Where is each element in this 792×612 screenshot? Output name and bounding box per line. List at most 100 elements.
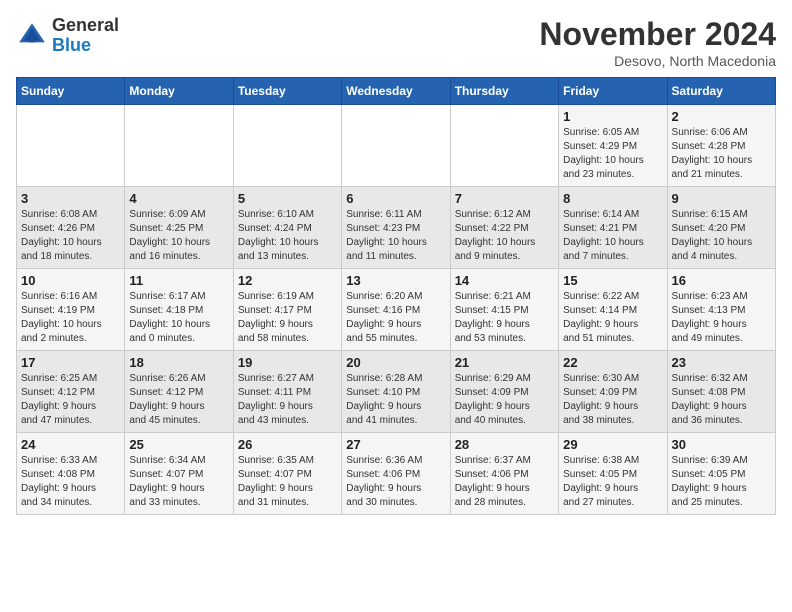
weekday-header-tuesday: Tuesday xyxy=(233,78,341,105)
day-number: 14 xyxy=(455,273,554,288)
day-number: 17 xyxy=(21,355,120,370)
day-number: 10 xyxy=(21,273,120,288)
day-number: 21 xyxy=(455,355,554,370)
calendar-cell xyxy=(125,105,233,187)
calendar-cell: 3Sunrise: 6:08 AM Sunset: 4:26 PM Daylig… xyxy=(17,187,125,269)
calendar-week-row: 10 Sunrise: 6:16 AM Sunset: 4:19 PM Dayli… xyxy=(17,269,776,351)
day-info: Sunrise: 6:15 AM Sunset: 4:20 PM Dayligh… xyxy=(672,208,771,264)
day-number: 16 xyxy=(672,273,771,288)
day-number: 8 xyxy=(563,191,662,206)
calendar-cell: 26 Sunrise: 6:35 AM Sunset: 4:07 PM Dayli… xyxy=(233,433,341,515)
day-info: Sunrise: 6:22 AM Sunset: 4:14 PM Dayligh… xyxy=(563,290,662,346)
calendar-header: SundayMondayTuesdayWednesdayThursdayFrid… xyxy=(17,78,776,105)
day-info: Sunrise: 6:34 AM Sunset: 4:07 PM Dayligh… xyxy=(129,454,228,510)
weekday-header-monday: Monday xyxy=(125,78,233,105)
calendar-cell: 7 Sunrise: 6:12 AM Sunset: 4:22 PM Daylig… xyxy=(450,187,558,269)
day-info: Sunrise: 6:26 AM Sunset: 4:12 PM Dayligh… xyxy=(129,372,228,428)
day-info: Sunrise: 6:20 AM Sunset: 4:16 PM Dayligh… xyxy=(346,290,445,346)
day-info: Sunrise: 6:11 AM Sunset: 4:23 PM Dayligh… xyxy=(346,208,445,264)
day-number: 1 xyxy=(563,109,662,124)
calendar-cell xyxy=(17,105,125,187)
calendar-cell: 29 Sunrise: 6:38 AM Sunset: 4:05 PM Dayli… xyxy=(559,433,667,515)
calendar-cell: 1Sunrise: 6:05 AM Sunset: 4:29 PM Daylig… xyxy=(559,105,667,187)
logo-icon xyxy=(16,20,48,52)
calendar-cell: 22Sunrise: 6:30 AM Sunset: 4:09 PM Dayli… xyxy=(559,351,667,433)
calendar-cell: 9 Sunrise: 6:15 AM Sunset: 4:20 PM Daylig… xyxy=(667,187,775,269)
day-info: Sunrise: 6:36 AM Sunset: 4:06 PM Dayligh… xyxy=(346,454,445,510)
day-number: 26 xyxy=(238,437,337,452)
day-info: Sunrise: 6:09 AM Sunset: 4:25 PM Dayligh… xyxy=(129,208,228,264)
day-number: 28 xyxy=(455,437,554,452)
weekday-header-wednesday: Wednesday xyxy=(342,78,450,105)
day-number: 15 xyxy=(563,273,662,288)
day-info: Sunrise: 6:14 AM Sunset: 4:21 PM Dayligh… xyxy=(563,208,662,264)
calendar-cell xyxy=(450,105,558,187)
day-info: Sunrise: 6:30 AM Sunset: 4:09 PM Dayligh… xyxy=(563,372,662,428)
day-info: Sunrise: 6:27 AM Sunset: 4:11 PM Dayligh… xyxy=(238,372,337,428)
day-number: 9 xyxy=(672,191,771,206)
day-info: Sunrise: 6:10 AM Sunset: 4:24 PM Dayligh… xyxy=(238,208,337,264)
day-number: 4 xyxy=(129,191,228,206)
day-number: 11 xyxy=(129,273,228,288)
logo: General Blue xyxy=(16,16,119,56)
day-number: 6 xyxy=(346,191,445,206)
calendar-cell: 27 Sunrise: 6:36 AM Sunset: 4:06 PM Dayli… xyxy=(342,433,450,515)
calendar-cell: 20 Sunrise: 6:28 AM Sunset: 4:10 PM Dayli… xyxy=(342,351,450,433)
title-block: November 2024 Desovo, North Macedonia xyxy=(539,16,776,69)
calendar-week-row: 3Sunrise: 6:08 AM Sunset: 4:26 PM Daylig… xyxy=(17,187,776,269)
month-year-title: November 2024 xyxy=(539,16,776,53)
calendar-cell: 24 Sunrise: 6:33 AM Sunset: 4:08 PM Dayli… xyxy=(17,433,125,515)
day-number: 13 xyxy=(346,273,445,288)
calendar-table: SundayMondayTuesdayWednesdayThursdayFrid… xyxy=(16,77,776,515)
day-info: Sunrise: 6:23 AM Sunset: 4:13 PM Dayligh… xyxy=(672,290,771,346)
day-info: Sunrise: 6:38 AM Sunset: 4:05 PM Dayligh… xyxy=(563,454,662,510)
day-info: Sunrise: 6:39 AM Sunset: 4:05 PM Dayligh… xyxy=(672,454,771,510)
day-info: Sunrise: 6:19 AM Sunset: 4:17 PM Dayligh… xyxy=(238,290,337,346)
day-info: Sunrise: 6:35 AM Sunset: 4:07 PM Dayligh… xyxy=(238,454,337,510)
day-info: Sunrise: 6:21 AM Sunset: 4:15 PM Dayligh… xyxy=(455,290,554,346)
page-header: General Blue November 2024 Desovo, North… xyxy=(16,16,776,69)
day-number: 24 xyxy=(21,437,120,452)
calendar-cell: 25 Sunrise: 6:34 AM Sunset: 4:07 PM Dayli… xyxy=(125,433,233,515)
calendar-cell: 5 Sunrise: 6:10 AM Sunset: 4:24 PM Daylig… xyxy=(233,187,341,269)
day-number: 3 xyxy=(21,191,120,206)
day-number: 5 xyxy=(238,191,337,206)
day-number: 12 xyxy=(238,273,337,288)
day-info: Sunrise: 6:28 AM Sunset: 4:10 PM Dayligh… xyxy=(346,372,445,428)
calendar-cell: 2 Sunrise: 6:06 AM Sunset: 4:28 PM Daylig… xyxy=(667,105,775,187)
day-info: Sunrise: 6:32 AM Sunset: 4:08 PM Dayligh… xyxy=(672,372,771,428)
day-number: 29 xyxy=(563,437,662,452)
calendar-cell: 30 Sunrise: 6:39 AM Sunset: 4:05 PM Dayli… xyxy=(667,433,775,515)
day-number: 7 xyxy=(455,191,554,206)
day-info: Sunrise: 6:16 AM Sunset: 4:19 PM Dayligh… xyxy=(21,290,120,346)
day-info: Sunrise: 6:06 AM Sunset: 4:28 PM Dayligh… xyxy=(672,126,771,182)
weekday-header-friday: Friday xyxy=(559,78,667,105)
calendar-cell: 8 Sunrise: 6:14 AM Sunset: 4:21 PM Daylig… xyxy=(559,187,667,269)
day-number: 30 xyxy=(672,437,771,452)
day-info: Sunrise: 6:17 AM Sunset: 4:18 PM Dayligh… xyxy=(129,290,228,346)
calendar-cell xyxy=(342,105,450,187)
day-number: 2 xyxy=(672,109,771,124)
day-info: Sunrise: 6:33 AM Sunset: 4:08 PM Dayligh… xyxy=(21,454,120,510)
day-number: 23 xyxy=(672,355,771,370)
day-info: Sunrise: 6:25 AM Sunset: 4:12 PM Dayligh… xyxy=(21,372,120,428)
day-info: Sunrise: 6:37 AM Sunset: 4:06 PM Dayligh… xyxy=(455,454,554,510)
calendar-cell: 18 Sunrise: 6:26 AM Sunset: 4:12 PM Dayli… xyxy=(125,351,233,433)
day-number: 27 xyxy=(346,437,445,452)
calendar-cell: 4 Sunrise: 6:09 AM Sunset: 4:25 PM Daylig… xyxy=(125,187,233,269)
weekday-header-saturday: Saturday xyxy=(667,78,775,105)
calendar-cell: 13 Sunrise: 6:20 AM Sunset: 4:16 PM Dayli… xyxy=(342,269,450,351)
day-number: 25 xyxy=(129,437,228,452)
day-info: Sunrise: 6:29 AM Sunset: 4:09 PM Dayligh… xyxy=(455,372,554,428)
calendar-cell: 14 Sunrise: 6:21 AM Sunset: 4:15 PM Dayli… xyxy=(450,269,558,351)
calendar-week-row: 1Sunrise: 6:05 AM Sunset: 4:29 PM Daylig… xyxy=(17,105,776,187)
weekday-header-sunday: Sunday xyxy=(17,78,125,105)
day-number: 20 xyxy=(346,355,445,370)
calendar-cell: 19Sunrise: 6:27 AM Sunset: 4:11 PM Dayli… xyxy=(233,351,341,433)
day-number: 18 xyxy=(129,355,228,370)
calendar-cell: 17 Sunrise: 6:25 AM Sunset: 4:12 PM Dayli… xyxy=(17,351,125,433)
calendar-cell: 12 Sunrise: 6:19 AM Sunset: 4:17 PM Dayli… xyxy=(233,269,341,351)
logo-text: General Blue xyxy=(52,16,119,56)
day-info: Sunrise: 6:12 AM Sunset: 4:22 PM Dayligh… xyxy=(455,208,554,264)
calendar-cell: 21 Sunrise: 6:29 AM Sunset: 4:09 PM Dayli… xyxy=(450,351,558,433)
